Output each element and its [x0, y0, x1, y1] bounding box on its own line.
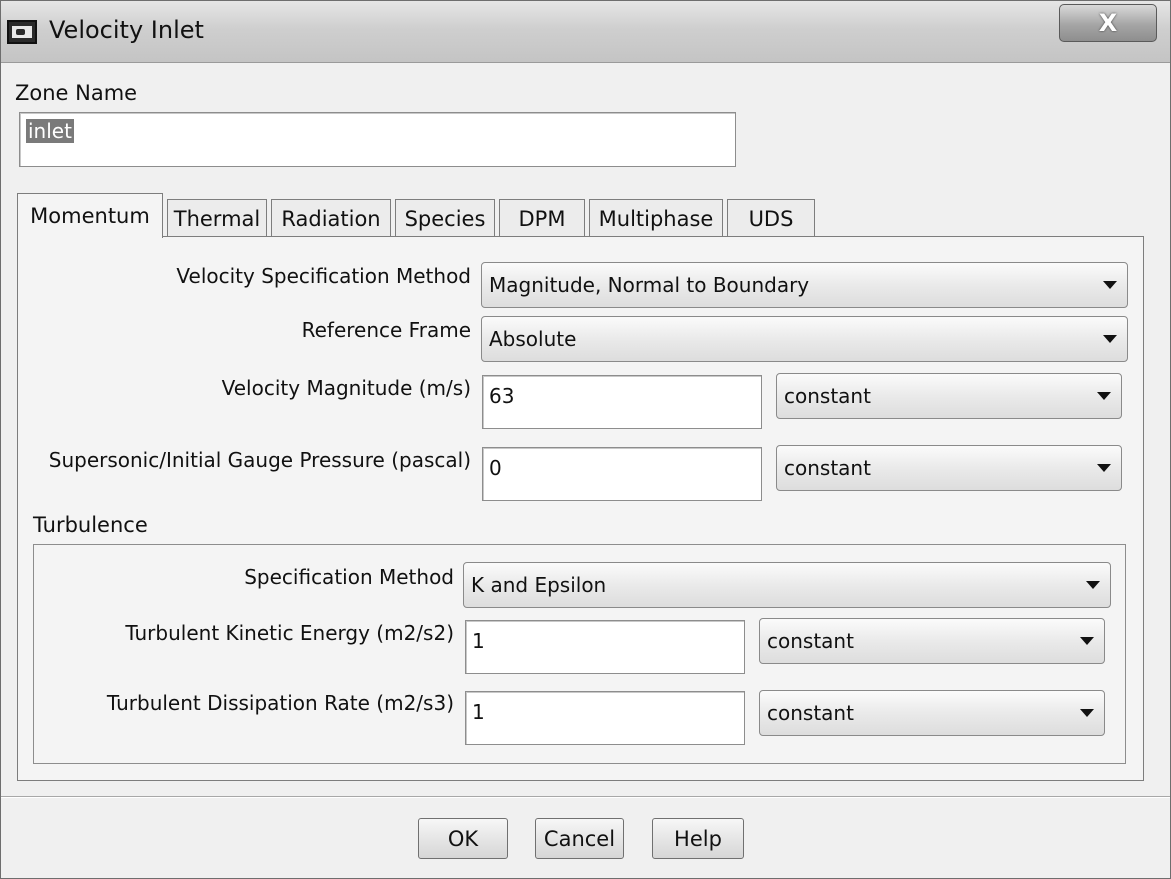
dissipation-rate-input[interactable]: 1 [465, 691, 745, 745]
zone-name-value: inlet [26, 119, 74, 143]
help-button[interactable]: Help [652, 818, 744, 859]
tab-multiphase[interactable]: Multiphase [589, 199, 723, 237]
app-icon [7, 20, 37, 44]
chevron-down-icon [1103, 281, 1117, 289]
gauge-pressure-profile-select[interactable]: constant [776, 445, 1122, 491]
window-title: Velocity Inlet [49, 16, 204, 44]
kinetic-energy-profile-select[interactable]: constant [759, 618, 1105, 664]
kinetic-energy-input[interactable]: 1 [465, 620, 745, 674]
turbulence-spec-method-label: Specification Method [244, 565, 454, 589]
dissipation-rate-profile-select[interactable]: constant [759, 690, 1105, 736]
dissipation-rate-profile-value: constant [767, 701, 854, 725]
tab-radiation[interactable]: Radiation [271, 199, 391, 237]
velocity-magnitude-profile-select[interactable]: constant [776, 373, 1122, 419]
tab-thermal[interactable]: Thermal [167, 199, 267, 237]
kinetic-energy-label: Turbulent Kinetic Energy (m2/s2) [125, 621, 454, 645]
kinetic-energy-profile-value: constant [767, 629, 854, 653]
close-button[interactable]: X [1059, 4, 1157, 42]
cancel-button[interactable]: Cancel [535, 818, 624, 859]
velocity-inlet-dialog: Velocity Inlet X Zone Name inlet Momentu… [0, 0, 1171, 879]
tab-uds[interactable]: UDS [727, 199, 815, 237]
tab-species[interactable]: Species [395, 199, 495, 237]
turbulence-spec-method-value: K and Epsilon [471, 573, 607, 597]
velocity-spec-select[interactable]: Magnitude, Normal to Boundary [481, 262, 1128, 308]
velocity-magnitude-profile-value: constant [784, 384, 871, 408]
tab-momentum[interactable]: Momentum [17, 193, 163, 238]
reference-frame-label: Reference Frame [301, 318, 471, 342]
turbulence-group-title: Turbulence [33, 513, 148, 537]
turbulence-spec-method-select[interactable]: K and Epsilon [463, 562, 1111, 608]
chevron-down-icon [1097, 464, 1111, 472]
reference-frame-value: Absolute [489, 327, 577, 351]
dissipation-rate-label: Turbulent Dissipation Rate (m2/s3) [106, 691, 454, 715]
chevron-down-icon [1097, 392, 1111, 400]
tab-dpm[interactable]: DPM [499, 199, 585, 237]
chevron-down-icon [1086, 581, 1100, 589]
chevron-down-icon [1080, 637, 1094, 645]
gauge-pressure-input[interactable]: 0 [482, 447, 762, 501]
title-bar[interactable]: Velocity Inlet X [1, 1, 1170, 63]
gauge-pressure-label: Supersonic/Initial Gauge Pressure (pasca… [48, 448, 471, 472]
velocity-magnitude-input[interactable]: 63 [482, 375, 762, 429]
velocity-spec-label: Velocity Specification Method [176, 264, 471, 288]
close-icon: X [1098, 9, 1118, 37]
gauge-pressure-profile-value: constant [784, 456, 871, 480]
velocity-spec-value: Magnitude, Normal to Boundary [489, 273, 810, 297]
reference-frame-select[interactable]: Absolute [481, 316, 1128, 362]
ok-button[interactable]: OK [418, 818, 508, 859]
zone-name-input[interactable]: inlet [19, 112, 736, 167]
velocity-magnitude-label: Velocity Magnitude (m/s) [221, 376, 471, 400]
chevron-down-icon [1103, 335, 1117, 343]
chevron-down-icon [1080, 709, 1094, 717]
footer-divider [1, 796, 1170, 798]
zone-name-label: Zone Name [15, 81, 138, 105]
